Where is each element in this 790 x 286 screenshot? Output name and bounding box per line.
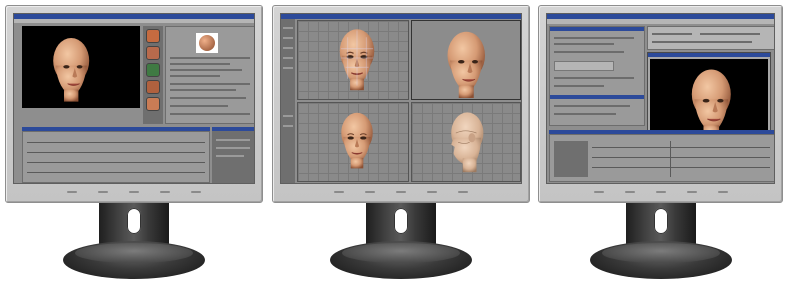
- material-library: [143, 26, 163, 124]
- monitor-screen: [280, 13, 522, 184]
- menu-bar[interactable]: [14, 19, 254, 23]
- material-swatch-icon[interactable]: [146, 46, 160, 60]
- viewport-bottom-left[interactable]: [297, 102, 409, 182]
- monitor-screen: [546, 13, 775, 184]
- settings-panel: [549, 26, 645, 126]
- viewport-top-left[interactable]: [297, 20, 409, 100]
- properties-panel: [165, 26, 254, 124]
- title-bar: [281, 14, 521, 19]
- monitor-buttons: [334, 191, 468, 194]
- monitor-right: [538, 5, 790, 281]
- head-side-icon: [442, 107, 488, 173]
- monitor-middle: [272, 5, 530, 281]
- keyframe-panel: [212, 127, 254, 183]
- monitor-screen: [13, 13, 255, 184]
- cable-hole: [654, 208, 668, 234]
- info-panel: [647, 26, 774, 50]
- monitor-base-top: [342, 243, 460, 263]
- timeline-panel[interactable]: [549, 134, 774, 182]
- head-render-icon: [684, 65, 736, 139]
- monitor-base-top: [602, 243, 720, 263]
- render-viewport[interactable]: [22, 26, 140, 108]
- material-swatch-icon[interactable]: [146, 80, 160, 94]
- head-render-icon: [46, 34, 94, 102]
- menu-bar[interactable]: [547, 19, 774, 24]
- material-sphere-icon: [199, 35, 215, 51]
- cable-hole: [127, 208, 141, 234]
- timeline-panel[interactable]: [22, 131, 210, 183]
- viewport-perspective[interactable]: [411, 20, 521, 100]
- material-swatch-icon[interactable]: [146, 97, 160, 111]
- tool-strip[interactable]: [281, 19, 295, 183]
- head-render-icon: [440, 27, 490, 99]
- monitor-base-top: [75, 243, 193, 263]
- material-swatch-icon[interactable]: [146, 29, 160, 43]
- preview-box: [196, 33, 218, 53]
- cable-hole: [394, 208, 408, 234]
- monitor-left: [5, 5, 263, 281]
- monitor-buttons: [594, 191, 728, 194]
- head-shaded-icon: [336, 109, 378, 169]
- monitor-buttons: [67, 191, 201, 194]
- material-swatch-icon[interactable]: [146, 63, 160, 77]
- viewport-bottom-right[interactable]: [411, 102, 521, 182]
